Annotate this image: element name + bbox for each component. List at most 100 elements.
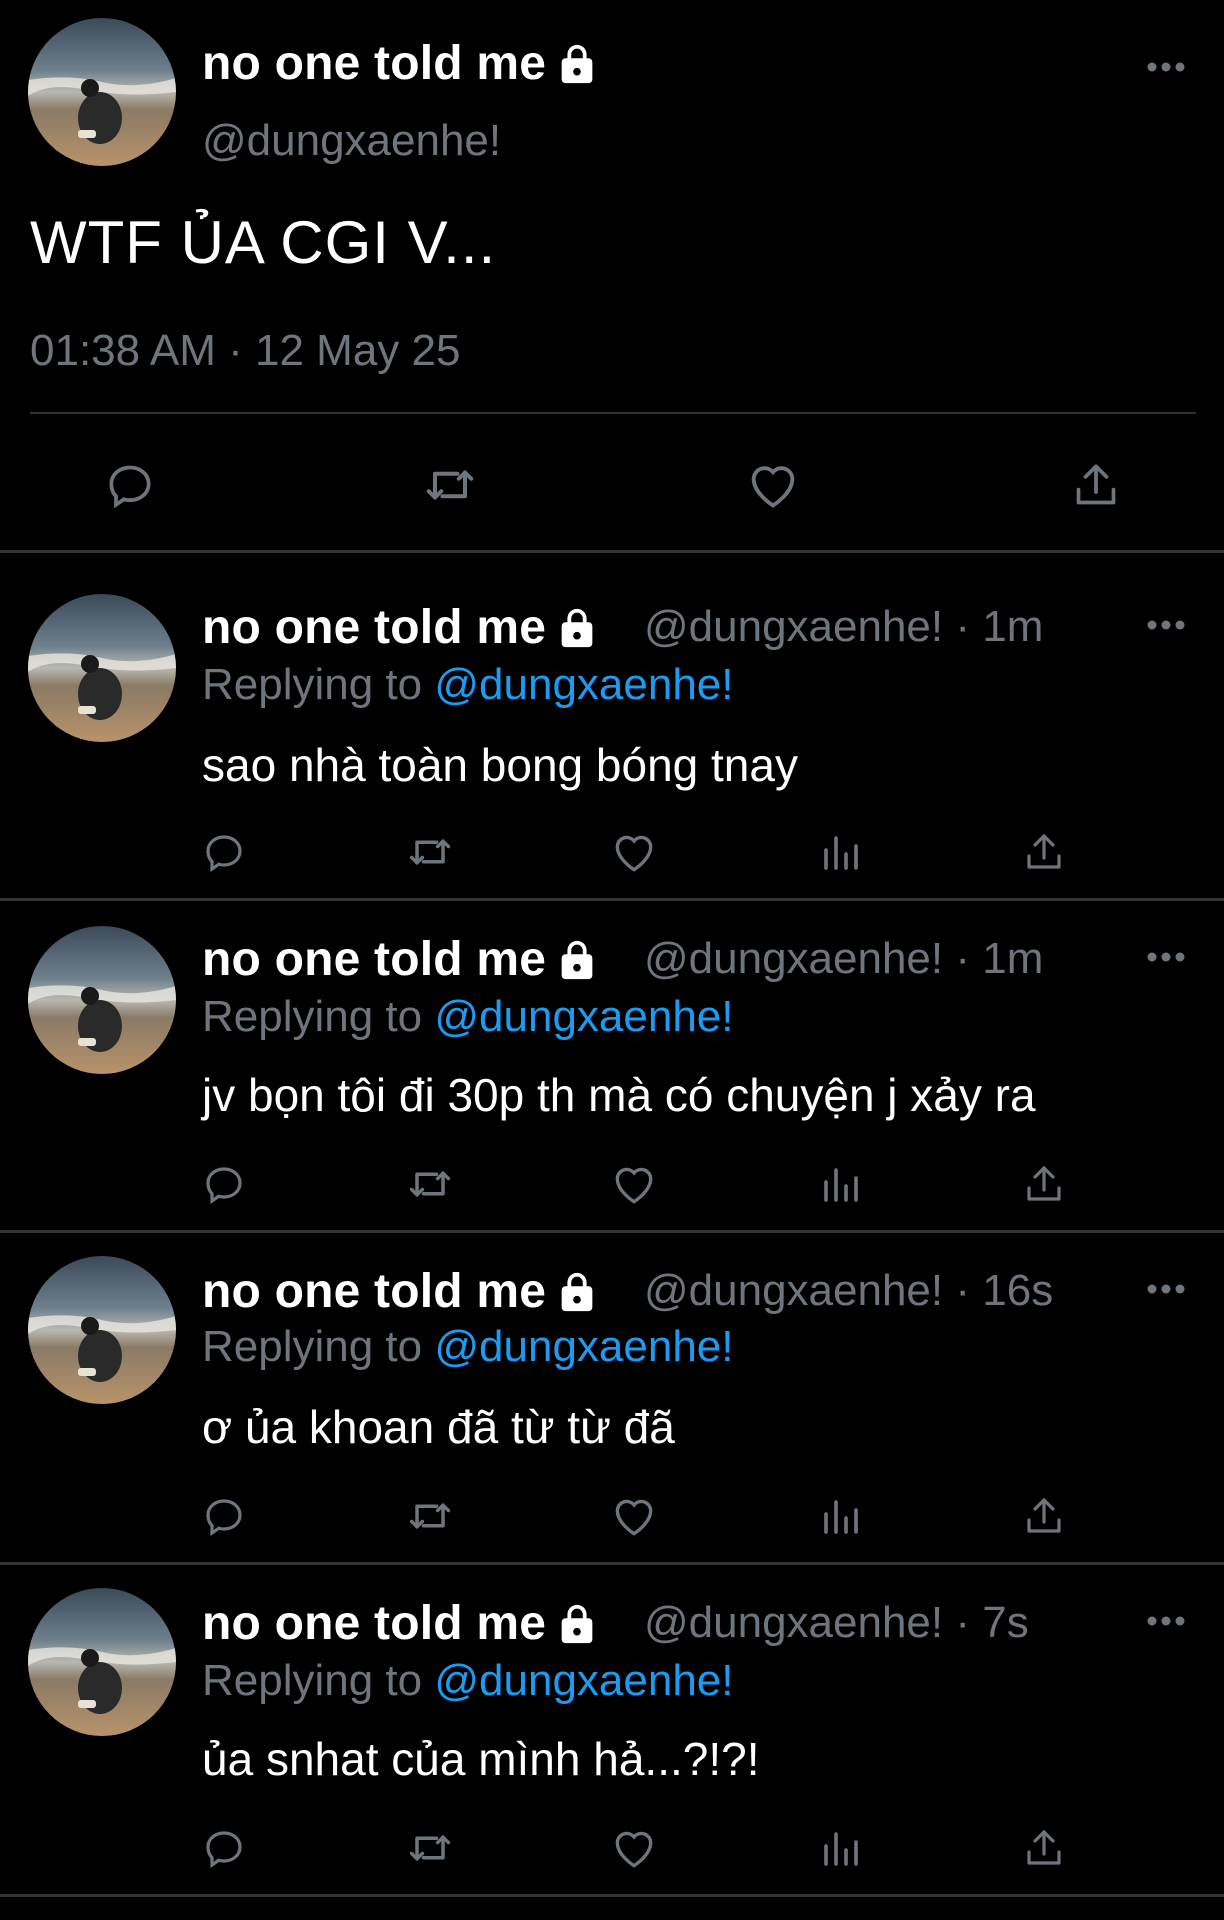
retweet-icon	[409, 1503, 451, 1529]
avatar[interactable]	[28, 18, 176, 166]
reply-button[interactable]	[198, 1490, 250, 1542]
reply-icon	[206, 1167, 242, 1205]
tweet-meta: @dungxaenhe! · 7s	[644, 1598, 1029, 1648]
more-icon[interactable]	[1146, 1614, 1186, 1626]
share-icon	[1027, 1498, 1061, 1533]
avatar[interactable]	[28, 1588, 176, 1736]
share-icon	[1027, 1166, 1061, 1201]
avatar[interactable]	[28, 926, 176, 1074]
like-button[interactable]	[608, 826, 660, 878]
replying-to: Replying to @dungxaenhe!	[202, 1322, 734, 1371]
display-name[interactable]: no one told me	[202, 36, 600, 91]
retweet-icon	[426, 470, 474, 500]
avatar[interactable]	[28, 594, 176, 742]
reply-button[interactable]	[198, 1158, 250, 1210]
views-button[interactable]	[814, 1158, 866, 1210]
share-button[interactable]	[1018, 1490, 1070, 1542]
reply-icon	[109, 465, 151, 509]
lock-icon	[554, 41, 600, 87]
more-icon[interactable]	[1146, 950, 1186, 962]
retweet-icon	[409, 1171, 451, 1197]
reply-button[interactable]	[100, 455, 160, 515]
reply-icon	[206, 1831, 242, 1869]
handle[interactable]: @dungxaenhe!	[202, 116, 501, 166]
views-icon	[824, 1832, 858, 1866]
like-icon	[751, 466, 795, 508]
display-name[interactable]: no one told me	[202, 932, 600, 987]
display-name[interactable]: no one told me	[202, 600, 600, 655]
display-name[interactable]: no one told me	[202, 1596, 600, 1651]
meta-separator: ·	[955, 1266, 983, 1315]
lock-icon	[554, 937, 600, 983]
tweet-meta: @dungxaenhe! · 16s	[644, 1266, 1053, 1316]
like-icon	[615, 1167, 653, 1204]
avatar[interactable]	[28, 1256, 176, 1404]
replying-to: Replying to @dungxaenhe!	[202, 1656, 734, 1705]
handle[interactable]: @dungxaenhe!	[644, 1266, 943, 1315]
more-icon[interactable]	[1146, 60, 1186, 72]
relative-time[interactable]: 1m	[982, 934, 1043, 983]
lock-icon	[554, 1601, 600, 1647]
display-name[interactable]: no one told me	[202, 1264, 600, 1319]
meta-separator: ·	[955, 934, 983, 983]
meta-separator: ·	[955, 602, 983, 651]
share-button[interactable]	[1066, 455, 1126, 515]
retweet-button[interactable]	[420, 455, 480, 515]
share-icon	[1027, 1830, 1061, 1865]
retweet-button[interactable]	[404, 1822, 456, 1874]
tweet-text: sao nhà toàn bong bóng tnay	[202, 739, 798, 791]
reply-button[interactable]	[198, 826, 250, 878]
tweet-timestamp[interactable]: 01:38 AM · 12 May 25	[30, 326, 460, 376]
like-button[interactable]	[608, 1490, 660, 1542]
retweet-button[interactable]	[404, 1158, 456, 1210]
reply-icon	[206, 1499, 242, 1537]
divider	[30, 412, 1196, 414]
share-button[interactable]	[1018, 1158, 1070, 1210]
mention-link[interactable]: @dungxaenhe!	[434, 660, 733, 709]
retweet-icon	[409, 1835, 451, 1861]
views-button[interactable]	[814, 826, 866, 878]
tweet-meta: @dungxaenhe! · 1m	[644, 934, 1043, 984]
handle[interactable]: @dungxaenhe!	[644, 1598, 943, 1647]
relative-time[interactable]: 16s	[982, 1266, 1053, 1315]
more-icon[interactable]	[1146, 618, 1186, 630]
like-button[interactable]	[743, 455, 803, 515]
like-icon	[615, 1831, 653, 1868]
like-icon	[615, 835, 653, 872]
retweet-icon	[409, 839, 451, 865]
retweet-button[interactable]	[404, 826, 456, 878]
relative-time[interactable]: 1m	[982, 602, 1043, 651]
divider	[0, 1562, 1224, 1565]
lock-icon	[554, 1269, 600, 1315]
views-button[interactable]	[814, 1490, 866, 1542]
tweet-text: jv bọn tôi đi 30p th mà có chuyện j xảy …	[202, 1069, 1036, 1121]
divider	[0, 550, 1224, 553]
tweet-meta: @dungxaenhe! · 1m	[644, 602, 1043, 652]
tweet-text: ủa snhat của mình hả...?!?!	[202, 1733, 760, 1785]
handle[interactable]: @dungxaenhe!	[644, 934, 943, 983]
views-icon	[824, 1500, 858, 1534]
mention-link[interactable]: @dungxaenhe!	[434, 1656, 733, 1705]
more-icon[interactable]	[1146, 1282, 1186, 1294]
lock-icon	[554, 605, 600, 651]
divider	[0, 898, 1224, 901]
replying-to: Replying to @dungxaenhe!	[202, 660, 734, 709]
views-button[interactable]	[814, 1822, 866, 1874]
retweet-button[interactable]	[404, 1490, 456, 1542]
replying-to: Replying to @dungxaenhe!	[202, 992, 734, 1041]
handle[interactable]: @dungxaenhe!	[644, 602, 943, 651]
mention-link[interactable]: @dungxaenhe!	[434, 1322, 733, 1371]
like-button[interactable]	[608, 1158, 660, 1210]
share-button[interactable]	[1018, 1822, 1070, 1874]
relative-time[interactable]: 7s	[982, 1598, 1028, 1647]
mention-link[interactable]: @dungxaenhe!	[434, 992, 733, 1041]
reply-button[interactable]	[198, 1822, 250, 1874]
reply-icon	[206, 835, 242, 873]
tweet-text: WTF ỦA CGI V...	[30, 209, 497, 276]
share-button[interactable]	[1018, 826, 1070, 878]
divider	[0, 1894, 1224, 1897]
divider	[0, 1230, 1224, 1233]
tweet-text: ơ ủa khoan đã từ từ đã	[202, 1401, 675, 1453]
like-button[interactable]	[608, 1822, 660, 1874]
like-icon	[615, 1499, 653, 1536]
